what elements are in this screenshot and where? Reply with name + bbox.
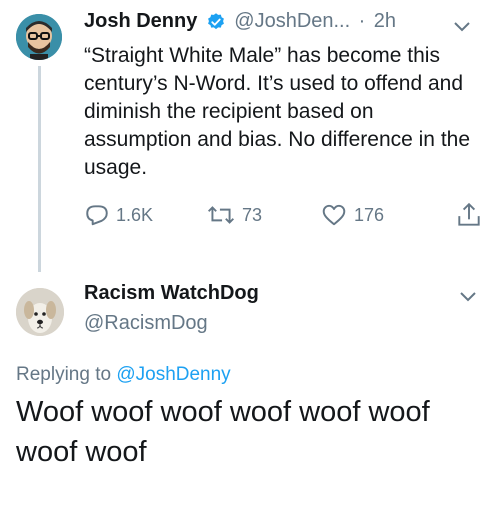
tweet-header: Josh Denny @JoshDen... · 2h	[84, 10, 396, 40]
reply-author-name[interactable]: Racism WatchDog	[84, 282, 259, 305]
share-icon	[458, 202, 480, 226]
verified-badge-icon	[207, 12, 224, 29]
retweet-button[interactable]: 73	[206, 200, 262, 230]
reply-button[interactable]: 1.6K	[84, 200, 153, 230]
reply-author-handle[interactable]: @RacismDog	[84, 312, 208, 335]
reply-text: Woof woof woof woof woof woof woof woof	[16, 396, 430, 468]
avatar-racism-watchdog[interactable]	[16, 288, 64, 336]
like-button[interactable]: 176	[320, 200, 384, 230]
like-count: 176	[354, 204, 385, 225]
replying-to-mention[interactable]: @JoshDenny	[116, 364, 230, 385]
author-name[interactable]: Josh Denny	[84, 10, 197, 32]
reply-icon	[86, 205, 108, 226]
thread-line	[38, 66, 41, 272]
author-handle[interactable]: @JoshDen...	[234, 10, 350, 32]
replying-to-line: Replying to @JoshDenny	[16, 364, 231, 386]
chevron-down-icon[interactable]	[458, 290, 478, 304]
tweet-original: Josh Denny @JoshDen... · 2h “Straight Wh…	[0, 0, 500, 272]
heart-icon	[322, 204, 346, 226]
retweet-icon	[207, 206, 235, 224]
separator-dot: ·	[358, 10, 366, 32]
avatar-illustration-icon	[16, 14, 62, 60]
avatar-josh-denny[interactable]	[16, 14, 62, 60]
retweet-count: 73	[242, 204, 263, 225]
reply-count: 1.6K	[116, 204, 154, 225]
chevron-down-icon[interactable]	[452, 20, 472, 34]
tweet-text: “Straight White Male” has become this ce…	[84, 44, 471, 179]
tweet-actions: 1.6K 73 176	[84, 200, 494, 230]
share-button[interactable]	[456, 200, 488, 230]
timestamp[interactable]: 2h	[374, 10, 396, 32]
dog-avatar-icon	[16, 288, 64, 336]
replying-to-label: Replying to	[16, 364, 112, 385]
